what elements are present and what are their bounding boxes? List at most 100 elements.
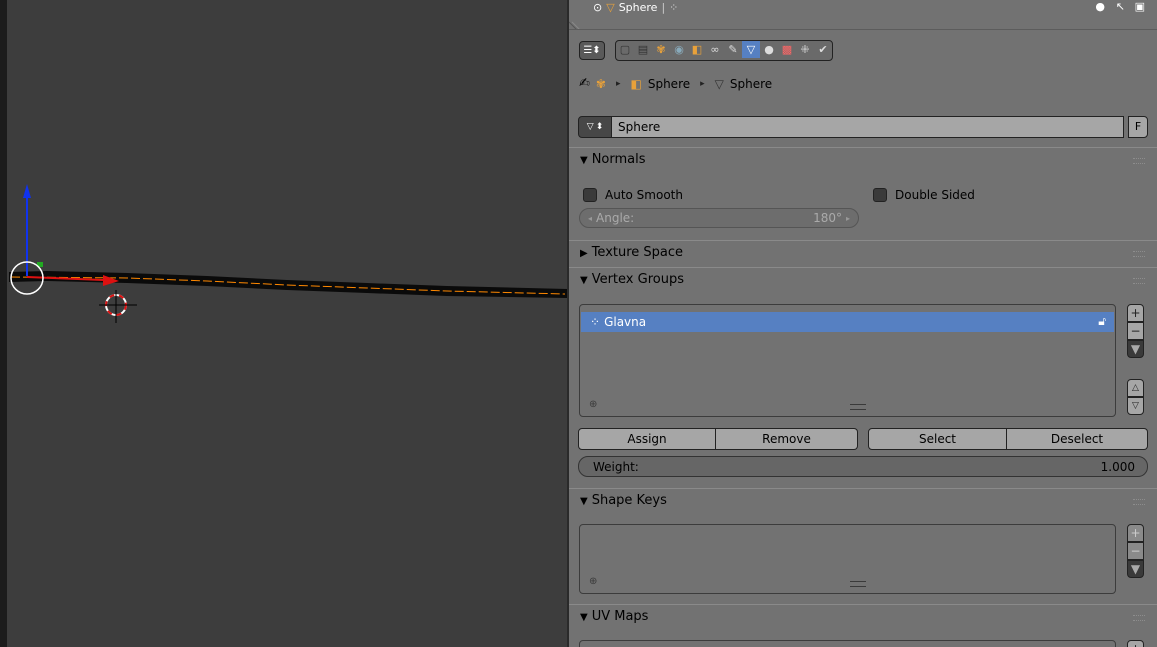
filter-expand-icon[interactable]: ⊕ xyxy=(589,399,597,410)
render-layers-tab[interactable]: ▤ xyxy=(634,41,652,58)
remove-button[interactable]: Remove xyxy=(716,428,858,450)
z-axis-arrow[interactable] xyxy=(23,184,31,198)
vertex-groups-list[interactable]: ⁘ Glavna 🔓︎ ⊕ xyxy=(579,304,1116,417)
drag-grip-icon[interactable] xyxy=(1133,499,1145,505)
texture-tab[interactable]: ▩ xyxy=(778,41,796,58)
world-icon: ◉ xyxy=(674,43,684,56)
material-icon: ● xyxy=(764,43,774,56)
editor-type-button[interactable]: ☰⬍ xyxy=(579,41,605,60)
specials-menu-button[interactable]: ▼ xyxy=(1127,340,1144,358)
select-button[interactable]: Select xyxy=(868,428,1007,450)
deselect-button[interactable]: Deselect xyxy=(1007,428,1148,450)
list-resize-handle[interactable] xyxy=(850,404,866,410)
scene-tab[interactable]: ✾ xyxy=(652,41,670,58)
list-item[interactable]: ⁘ Glavna 🔓︎ xyxy=(581,312,1114,332)
angle-label: Angle: xyxy=(596,211,635,225)
unlock-icon[interactable]: 🔓︎ xyxy=(1098,314,1106,329)
arrow-down-icon: ▽ xyxy=(1132,400,1139,411)
add-shape-key-button[interactable]: + xyxy=(1127,524,1144,542)
checkbox-box[interactable] xyxy=(583,188,597,202)
expanded-triangle-icon: ▼ xyxy=(580,275,588,286)
material-tab[interactable]: ● xyxy=(760,41,778,58)
corner-grips xyxy=(569,21,1150,30)
normals-panel-header[interactable]: ▼ Normals xyxy=(569,147,1157,171)
datablock-browse-button[interactable]: ▽ ⬍ xyxy=(578,116,612,138)
outliner-header-fragment: ⊙ ▽ Sphere | ⁘ ● ↖ ▣ xyxy=(569,0,1157,30)
plus-icon: + xyxy=(1130,306,1141,320)
checkbox-box[interactable] xyxy=(873,188,887,202)
render-tab[interactable]: ▢ xyxy=(616,41,634,58)
vertex-group-icon: ⁘ xyxy=(590,315,601,329)
filter-expand-icon[interactable]: ⊕ xyxy=(589,576,597,587)
world-tab[interactable]: ◉ xyxy=(670,41,688,58)
scene-icon: ✾ xyxy=(595,76,606,91)
breadcrumb-object: Sphere xyxy=(647,76,691,91)
arrow-up-icon: △ xyxy=(1132,382,1139,393)
datablock-name-field[interactable]: Sphere xyxy=(612,116,1124,138)
auto-smooth-checkbox[interactable]: Auto Smooth xyxy=(583,188,683,202)
shape-keys-panel-header[interactable]: ▼ Shape Keys xyxy=(569,488,1157,512)
mesh-object[interactable] xyxy=(9,271,567,298)
specials-menu-button[interactable]: ▼ xyxy=(1127,560,1144,578)
3d-viewport[interactable] xyxy=(7,0,567,647)
viewport-canvas[interactable] xyxy=(7,0,567,647)
angle-field[interactable]: ◂ Angle: 180° ▸ xyxy=(579,208,859,228)
add-uv-map-button[interactable]: + xyxy=(1127,640,1144,647)
add-vertex-group-button[interactable]: + xyxy=(1127,304,1144,322)
plus-icon: + xyxy=(1130,526,1141,540)
minus-icon: − xyxy=(1130,544,1141,558)
breadcrumb: ✍ ✾ ▸ ◧ Sphere ▸ ▽ Sphere xyxy=(579,76,772,91)
left-edge xyxy=(0,0,7,647)
assign-button[interactable]: Assign xyxy=(578,428,716,450)
scene-icon: ✾ xyxy=(656,43,666,56)
list-resize-handle[interactable] xyxy=(850,581,866,587)
drag-grip-icon[interactable] xyxy=(1133,278,1145,284)
drag-grip-icon[interactable] xyxy=(1133,251,1145,257)
texture-icon: ▩ xyxy=(781,43,793,56)
pin-icon[interactable]: ✍ xyxy=(579,76,590,91)
object-icon: ◧ xyxy=(691,43,703,56)
checkbox-label: Auto Smooth xyxy=(605,188,683,202)
vertex-groups-panel-header[interactable]: ▼ Vertex Groups xyxy=(569,267,1157,291)
breadcrumb-mesh: Sphere xyxy=(729,76,773,91)
physics-tab[interactable]: ✔ xyxy=(814,41,832,58)
decrement-arrow-icon[interactable]: ◂ xyxy=(588,214,592,223)
expanded-triangle-icon: ▼ xyxy=(580,496,588,507)
mesh-datablock-selector: ▽ ⬍ Sphere F xyxy=(578,116,1148,138)
collapsed-triangle-icon: ▶ xyxy=(580,248,588,259)
panel-title: UV Maps xyxy=(591,609,649,624)
mesh-data-icon: ▽ xyxy=(714,76,724,91)
properties-editor: ⊙ ▽ Sphere | ⁘ ● ↖ ▣ ☰⬍ ▢ ▤ ✾ ◉ ◧ ∞ ✎ ▽ xyxy=(569,0,1157,647)
weight-label: Weight: xyxy=(593,459,639,474)
constraints-tab[interactable]: ∞ xyxy=(706,41,724,58)
remove-shape-key-button[interactable]: − xyxy=(1127,542,1144,560)
weight-slider[interactable]: Weight: 1.000 xyxy=(578,456,1148,477)
mesh-data-tab[interactable]: ▽ xyxy=(742,41,760,58)
panel-title: Shape Keys xyxy=(591,493,667,508)
double-sided-checkbox[interactable]: Double Sided xyxy=(873,188,975,202)
breadcrumb-sep: ▸ xyxy=(700,78,705,89)
vertex-group-name[interactable]: Glavna xyxy=(604,315,646,329)
dropdown-icon: ▼ xyxy=(1130,562,1141,576)
shape-keys-list[interactable]: ⊕ xyxy=(579,524,1116,594)
object-tab[interactable]: ◧ xyxy=(688,41,706,58)
vertex-group-add-remove: + − ▼ xyxy=(1127,304,1144,358)
expanded-triangle-icon: ▼ xyxy=(580,155,588,166)
move-down-button[interactable]: ▽ xyxy=(1127,397,1144,415)
move-up-button[interactable]: △ xyxy=(1127,379,1144,397)
texture-space-panel-header[interactable]: ▶ Texture Space xyxy=(569,240,1157,264)
increment-arrow-icon[interactable]: ▸ xyxy=(846,214,850,223)
uv-maps-panel-header[interactable]: ▼ UV Maps xyxy=(569,604,1157,628)
mesh-data-icon: ▽ xyxy=(586,122,594,132)
uv-maps-list[interactable] xyxy=(579,640,1116,647)
dropdown-icon: ▼ xyxy=(1130,342,1141,356)
plus-icon: + xyxy=(1130,643,1140,647)
object-icon: ◧ xyxy=(630,76,642,91)
particles-tab[interactable]: ⁜ xyxy=(796,41,814,58)
drag-grip-icon[interactable] xyxy=(1133,615,1145,621)
modifiers-tab[interactable]: ✎ xyxy=(724,41,742,58)
remove-vertex-group-button[interactable]: − xyxy=(1127,322,1144,340)
fake-user-button[interactable]: F xyxy=(1128,116,1148,138)
render-layers-icon: ▤ xyxy=(637,43,649,56)
drag-grip-icon[interactable] xyxy=(1133,158,1145,164)
